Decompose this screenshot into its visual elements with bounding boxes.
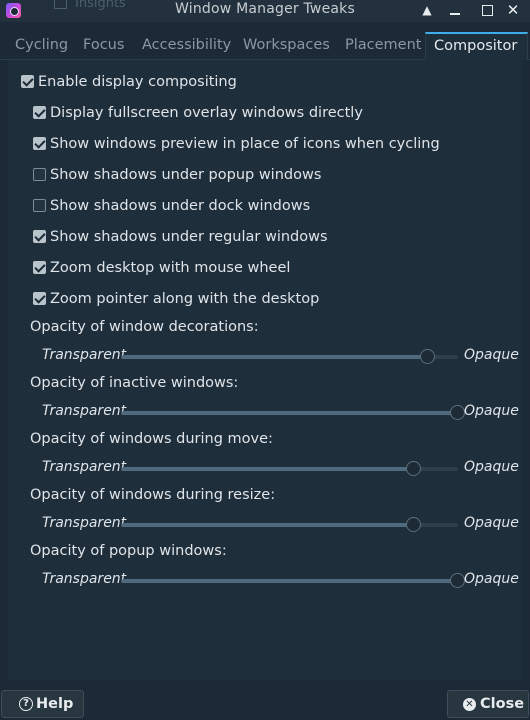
tab-bar: Cycling Focus Accessibility Workspaces P… [0,32,530,60]
zoom-desktop-label: Zoom desktop with mouse wheel [50,260,291,276]
slider-handle[interactable] [406,461,422,476]
regular-shadows-label: Show shadows under regular windows [50,229,328,245]
slider-track[interactable] [122,517,458,532]
tab-compositor[interactable]: Compositor [425,32,528,60]
shade-up-icon[interactable]: ▲ [418,2,436,18]
regular-shadows-checkbox[interactable] [33,230,46,243]
help-button-label: Help [36,696,74,712]
slider-max-label: Opaque [464,459,519,475]
slider-min-label: Transparent [42,459,127,475]
fullscreen-overlay-checkbox[interactable] [33,106,46,119]
enable-compositing-label: Enable display compositing [38,74,237,90]
slider-track[interactable] [122,573,465,588]
tab-cycling[interactable]: Cycling [7,32,76,60]
slider-min-label: Transparent [42,347,127,363]
popup-opacity-label: Opacity of popup windows: [30,543,227,559]
resize-opacity-label: Opacity of windows during resize: [30,487,276,503]
maximize-button[interactable] [478,2,496,18]
popup-shadows-checkbox[interactable] [33,168,46,181]
slider-max-label: Opaque [464,571,519,587]
title-bar: Insights Window Manager Tweaks ▲ ✕ [0,0,530,22]
slider-track[interactable] [122,405,465,420]
tab-accessibility[interactable]: Accessibility [134,32,239,60]
tab-focus[interactable]: Focus [75,32,132,60]
zoom-pointer-label: Zoom pointer along with the desktop [50,291,320,307]
inactive-opacity-slider: Transparent Opaque [0,403,530,423]
slider-track[interactable] [122,461,458,476]
slider-max-label: Opaque [464,403,519,419]
minimize-button[interactable] [446,2,464,18]
slider-fill [122,579,458,583]
tab-workspaces[interactable]: Workspaces [235,32,338,60]
zoom-pointer-checkbox[interactable] [33,292,46,305]
slider-fill [122,411,458,415]
dock-shadows-checkbox[interactable] [33,199,46,212]
close-icon: ✕ [463,698,476,711]
question-icon: ? [19,697,33,711]
slider-min-label: Transparent [42,515,127,531]
slider-fill [122,355,428,359]
help-button[interactable]: ? Help [1,690,84,718]
resize-opacity-slider: Transparent Opaque [0,515,530,535]
close-button-label: Close [480,696,525,712]
close-button[interactable]: ✕ Close [447,690,529,718]
slider-max-label: Opaque [464,347,519,363]
slider-handle[interactable] [450,405,465,420]
slider-fill [122,523,415,527]
slider-fill [122,467,415,471]
slider-handle[interactable] [419,349,435,364]
windows-preview-checkbox[interactable] [33,137,46,150]
decorations-opacity-label: Opacity of window decorations: [30,319,259,335]
enable-compositing-checkbox[interactable] [21,75,34,88]
inactive-opacity-label: Opacity of inactive windows: [30,375,239,391]
fullscreen-overlay-label: Display fullscreen overlay windows direc… [50,105,363,121]
move-opacity-slider: Transparent Opaque [0,459,530,479]
decorations-opacity-slider: Transparent Opaque [0,347,530,367]
close-window-button[interactable]: ✕ [504,2,522,18]
slider-handle[interactable] [450,573,465,588]
move-opacity-label: Opacity of windows during move: [30,431,273,447]
slider-min-label: Transparent [42,571,127,587]
tab-placement[interactable]: Placement [337,32,429,60]
popup-shadows-label: Show shadows under popup windows [50,167,322,183]
slider-handle[interactable] [406,517,422,532]
zoom-desktop-checkbox[interactable] [33,261,46,274]
popup-opacity-slider: Transparent Opaque [0,571,530,591]
slider-max-label: Opaque [464,515,519,531]
slider-min-label: Transparent [42,403,127,419]
dock-shadows-label: Show shadows under dock windows [50,198,311,214]
windows-preview-label: Show windows preview in place of icons w… [50,136,440,152]
slider-track[interactable] [122,349,458,364]
